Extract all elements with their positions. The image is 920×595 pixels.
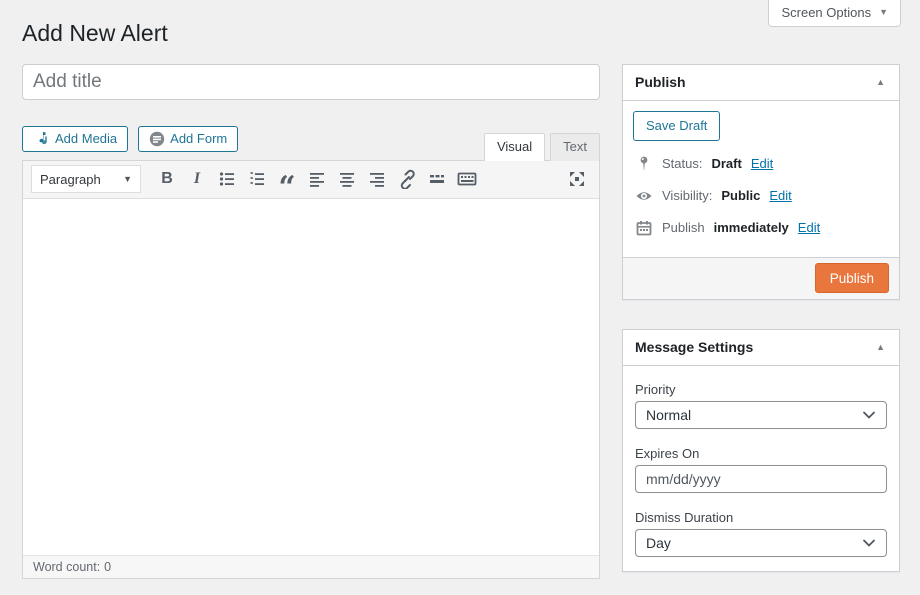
publish-when-value: immediately [714, 220, 789, 235]
priority-value: Normal [646, 407, 691, 423]
form-icon [149, 131, 165, 147]
publish-panel-header: Publish ▲ [623, 65, 899, 101]
tab-visual[interactable]: Visual [484, 133, 545, 161]
media-icon [33, 131, 50, 146]
message-settings-title: Message Settings [635, 339, 753, 355]
status-label: Status: [662, 156, 702, 171]
editor-mode-tabs: Visual Text [484, 133, 600, 160]
visibility-row: Visibility: Public Edit [635, 187, 887, 205]
message-settings-body: Priority Normal Expires On Dismiss Durat… [623, 366, 899, 571]
keyboard-shortcuts-button[interactable] [453, 166, 481, 192]
sidebar-column: Publish ▲ Save Draft Status: [622, 64, 900, 572]
word-count-value: 0 [104, 560, 111, 574]
pin-icon [635, 155, 653, 173]
media-buttons: Add Media Add Form [22, 126, 238, 152]
add-media-button[interactable]: Add Media [22, 126, 128, 152]
add-media-label: Add Media [55, 131, 117, 146]
tab-text[interactable]: Text [550, 133, 600, 161]
dismiss-duration-label: Dismiss Duration [635, 510, 887, 525]
align-right-button[interactable] [363, 166, 391, 192]
dismiss-duration-field: Dismiss Duration Day [635, 510, 887, 557]
fullscreen-button[interactable] [563, 166, 591, 192]
expires-on-label: Expires On [635, 446, 887, 461]
chevron-down-icon: ▼ [879, 8, 888, 17]
editor: Paragraph ▼ B I [22, 160, 600, 579]
status-row: Status: Draft Edit [635, 155, 887, 173]
screen-options-button[interactable]: Screen Options ▼ [768, 0, 901, 27]
expires-on-input[interactable] [635, 465, 887, 493]
message-settings-header: Message Settings ▲ [623, 330, 899, 366]
screen-options-label: Screen Options [781, 5, 871, 20]
link-button[interactable] [393, 166, 421, 192]
align-left-button[interactable] [303, 166, 331, 192]
dismiss-duration-select[interactable]: Day [635, 529, 887, 557]
numbered-list-button[interactable] [243, 166, 271, 192]
edit-status-link[interactable]: Edit [751, 156, 773, 171]
read-more-button[interactable] [423, 166, 451, 192]
bold-button[interactable]: B [153, 166, 181, 192]
collapse-toggle-icon[interactable]: ▲ [874, 341, 887, 354]
visibility-value: Public [721, 188, 760, 203]
calendar-icon [635, 219, 653, 237]
bulleted-list-button[interactable] [213, 166, 241, 192]
publish-button[interactable]: Publish [815, 263, 889, 293]
publish-panel: Publish ▲ Save Draft Status: [622, 64, 900, 300]
expires-on-field: Expires On [635, 446, 887, 493]
editor-column: Add Media Add Form Visual [22, 64, 600, 579]
media-tabs-row: Add Media Add Form Visual [22, 126, 600, 160]
priority-label: Priority [635, 382, 887, 397]
save-draft-button[interactable]: Save Draft [633, 111, 720, 141]
italic-button[interactable]: I [183, 166, 211, 192]
eye-icon [635, 187, 653, 205]
edit-schedule-link[interactable]: Edit [798, 220, 820, 235]
message-settings-panel: Message Settings ▲ Priority Normal Expir… [622, 329, 900, 572]
chevron-down-icon [862, 410, 876, 420]
word-count-label: Word count: [33, 560, 100, 574]
editor-statusbar: Word count: 0 [23, 555, 599, 578]
publish-panel-body: Save Draft Status: Draft Edit [623, 101, 899, 257]
collapse-toggle-icon[interactable]: ▲ [874, 76, 887, 89]
paragraph-format-value: Paragraph [40, 172, 101, 187]
publish-misc-section: Status: Draft Edit Visibility: [633, 141, 889, 257]
visibility-label: Visibility: [662, 188, 712, 203]
edit-visibility-link[interactable]: Edit [769, 188, 791, 203]
publish-actions-footer: Publish [623, 257, 899, 299]
priority-field: Priority Normal [635, 382, 887, 429]
publish-panel-title: Publish [635, 74, 686, 90]
chevron-down-icon [862, 538, 876, 548]
dismiss-duration-value: Day [646, 535, 671, 551]
add-form-label: Add Form [170, 131, 227, 146]
schedule-row: Publish immediately Edit [635, 219, 887, 237]
title-input[interactable] [22, 64, 600, 100]
priority-select[interactable]: Normal [635, 401, 887, 429]
paragraph-format-select[interactable]: Paragraph ▼ [31, 165, 141, 193]
chevron-down-icon: ▼ [123, 175, 132, 184]
editor-content-area[interactable] [23, 199, 599, 555]
status-value: Draft [711, 156, 741, 171]
content-columns: Add Media Add Form Visual [0, 48, 920, 579]
blockquote-button[interactable]: “ [273, 166, 301, 192]
editor-toolbar: Paragraph ▼ B I [23, 161, 599, 199]
add-form-button[interactable]: Add Form [138, 126, 238, 152]
publish-when-label: Publish [662, 220, 705, 235]
align-center-button[interactable] [333, 166, 361, 192]
